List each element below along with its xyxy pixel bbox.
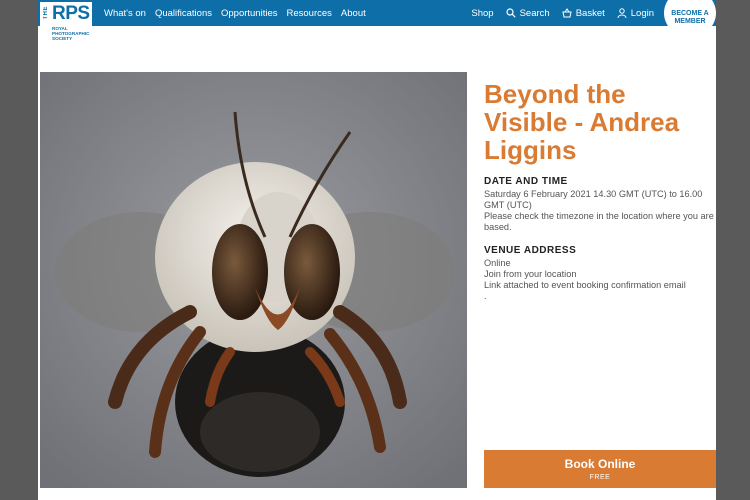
- logo-the: THE: [43, 6, 49, 20]
- timezone-note: Please check the timezone in the locatio…: [484, 211, 714, 232]
- search-label: Search: [519, 7, 550, 19]
- main-nav: What's on Qualifications Opportunities R…: [104, 0, 366, 26]
- rps-logo[interactable]: THE RPS ROYAL PHOTOGRAPHIC SOCIETY: [40, 2, 92, 48]
- login-label: Login: [630, 7, 654, 19]
- top-navigation-bar: What's on Qualifications Opportunities R…: [38, 0, 716, 26]
- login-link[interactable]: Login: [617, 8, 654, 19]
- venue-line: Link attached to event booking confirmat…: [484, 280, 686, 290]
- book-online-button[interactable]: Book Online FREE: [484, 450, 716, 488]
- date-heading: DATE AND TIME: [484, 176, 568, 187]
- search-icon: [505, 8, 516, 18]
- user-icon: [617, 8, 627, 18]
- basket-label: Basket: [575, 7, 605, 19]
- basket-icon: [562, 8, 572, 18]
- become-member-button[interactable]: BECOME A MEMBER: [664, 0, 716, 36]
- nav-qualifications[interactable]: Qualifications: [155, 8, 212, 19]
- venue-heading: VENUE ADDRESS: [484, 245, 577, 256]
- date-text: Saturday 6 February 2021 14.30 GMT (UTC)…: [484, 189, 703, 210]
- nav-whats-on[interactable]: What's on: [104, 8, 146, 19]
- bee-image: [40, 72, 467, 488]
- shop-label: Shop: [471, 7, 494, 19]
- book-price-label: FREE: [589, 474, 611, 481]
- venue-line: Online: [484, 258, 511, 268]
- search-link[interactable]: Search: [505, 7, 550, 19]
- page: What's on Qualifications Opportunities R…: [38, 0, 716, 500]
- utility-nav: Shop Search Basket Login: [471, 0, 654, 26]
- nav-resources[interactable]: Resources: [287, 8, 332, 19]
- venue-line: Join from your location: [484, 269, 577, 279]
- venue-line: .: [484, 291, 487, 301]
- nav-about[interactable]: About: [341, 8, 366, 19]
- event-title: Beyond the Visible - Andrea Liggins: [484, 79, 680, 165]
- event-photo: [40, 72, 467, 488]
- logo-rps: RPS: [52, 3, 90, 24]
- become-member-label: BECOME A MEMBER: [671, 10, 709, 25]
- nav-opportunities[interactable]: Opportunities: [221, 8, 278, 19]
- shop-link[interactable]: Shop: [471, 8, 493, 19]
- book-online-label: Book Online: [564, 457, 636, 471]
- basket-link[interactable]: Basket: [562, 8, 605, 19]
- event-info: Beyond the Visible - Andrea Liggins DATE…: [484, 80, 716, 302]
- logo-subtitle: ROYAL PHOTOGRAPHIC SOCIETY: [52, 26, 90, 41]
